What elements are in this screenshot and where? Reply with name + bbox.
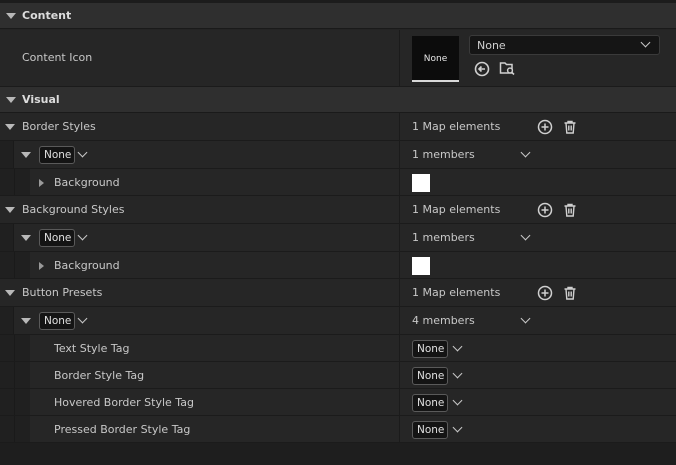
use-selected-icon[interactable]: [474, 61, 490, 77]
dropdown-value: None: [477, 39, 506, 52]
border-style-tag-row: Border Style Tag None: [0, 362, 676, 389]
collapse-arrow-icon[interactable]: [6, 13, 16, 19]
collapse-arrow-icon[interactable]: [6, 97, 16, 103]
collapse-arrow-icon[interactable]: [5, 207, 15, 213]
property-label: Button Presets: [22, 286, 103, 299]
chevron-down-icon[interactable]: [452, 395, 463, 406]
asset-picker-dropdown[interactable]: None: [469, 35, 660, 55]
chevron-down-icon[interactable]: [77, 147, 88, 158]
asset-thumbnail[interactable]: None: [412, 36, 459, 82]
property-label: Background: [54, 259, 120, 272]
background-background-row: Background: [0, 252, 676, 279]
thumbnail-text: None: [423, 54, 448, 64]
tag-combo[interactable]: None: [412, 367, 449, 385]
property-label: Pressed Border Style Tag: [54, 423, 191, 436]
button-presets-element-row: None 4 members: [0, 307, 676, 335]
collapse-arrow-icon[interactable]: [5, 290, 15, 296]
members-count: 4 members: [412, 314, 475, 327]
map-key-combo[interactable]: None: [39, 146, 76, 164]
category-visual[interactable]: Visual: [0, 87, 676, 113]
property-label: Text Style Tag: [54, 342, 130, 355]
expand-arrow-icon[interactable]: [39, 262, 44, 270]
button-presets-row: Button Presets 1 Map elements: [0, 279, 676, 307]
column-divider: [399, 30, 400, 86]
tag-combo[interactable]: None: [412, 421, 449, 439]
collapse-arrow-icon[interactable]: [21, 235, 31, 241]
members-count: 1 members: [412, 231, 475, 244]
expand-arrow-icon[interactable]: [39, 179, 44, 187]
add-element-icon[interactable]: [537, 119, 553, 135]
indent-guide: [0, 169, 30, 195]
trash-icon[interactable]: [562, 119, 578, 135]
column-divider: [399, 307, 400, 334]
column-divider: [399, 113, 400, 140]
column-divider: [399, 252, 400, 278]
indent-guide: [0, 362, 30, 388]
column-divider: [399, 196, 400, 223]
color-swatch[interactable]: [412, 174, 430, 192]
border-styles-row: Border Styles 1 Map elements: [0, 113, 676, 141]
chevron-down-icon: [640, 37, 651, 48]
category-content[interactable]: Content: [0, 3, 676, 29]
indent-guide: [0, 335, 30, 361]
column-divider: [399, 335, 400, 361]
trash-icon[interactable]: [562, 202, 578, 218]
map-key-combo[interactable]: None: [39, 312, 76, 330]
category-label: Content: [22, 9, 72, 22]
column-divider: [399, 169, 400, 195]
members-count: 1 members: [412, 148, 475, 161]
chevron-down-icon[interactable]: [452, 422, 463, 433]
chevron-down-icon[interactable]: [452, 368, 463, 379]
map-count: 1 Map elements: [412, 203, 501, 216]
add-element-icon[interactable]: [537, 202, 553, 218]
column-divider: [399, 389, 400, 415]
property-label: Border Style Tag: [54, 369, 145, 382]
text-style-tag-row: Text Style Tag None: [0, 335, 676, 362]
property-label: Border Styles: [22, 120, 96, 133]
collapse-arrow-icon[interactable]: [5, 124, 15, 130]
color-swatch[interactable]: [412, 257, 430, 275]
trash-icon[interactable]: [562, 285, 578, 301]
property-label: Background: [54, 176, 120, 189]
background-styles-element-row: None 1 members: [0, 224, 676, 252]
indent-guide: [0, 416, 30, 442]
map-count: 1 Map elements: [412, 120, 501, 133]
category-label: Visual: [22, 93, 60, 106]
chevron-down-icon[interactable]: [77, 230, 88, 241]
chevron-down-icon[interactable]: [520, 147, 531, 158]
column-divider: [399, 224, 400, 251]
hovered-border-style-tag-row: Hovered Border Style Tag None: [0, 389, 676, 416]
map-count: 1 Map elements: [412, 286, 501, 299]
indent-guide: [0, 389, 30, 415]
column-divider: [399, 362, 400, 388]
property-label: Content Icon: [22, 51, 93, 64]
indent-guide: [0, 252, 30, 278]
chevron-down-icon[interactable]: [452, 341, 463, 352]
tag-combo[interactable]: None: [412, 394, 449, 412]
chevron-down-icon[interactable]: [77, 313, 88, 324]
indent-guide: [0, 224, 14, 251]
indent-guide: [0, 307, 14, 334]
map-key-combo[interactable]: None: [39, 229, 76, 247]
chevron-down-icon[interactable]: [520, 313, 531, 324]
column-divider: [399, 279, 400, 306]
border-background-row: Background: [0, 169, 676, 196]
column-divider: [399, 416, 400, 442]
property-label: Hovered Border Style Tag: [54, 396, 194, 409]
browse-asset-icon[interactable]: [499, 60, 515, 76]
panel-footer: [0, 443, 676, 465]
column-divider: [399, 141, 400, 168]
indent-guide: [0, 141, 14, 168]
pressed-border-style-tag-row: Pressed Border Style Tag None: [0, 416, 676, 443]
background-styles-row: Background Styles 1 Map elements: [0, 196, 676, 224]
border-styles-element-row: None 1 members: [0, 141, 676, 169]
chevron-down-icon[interactable]: [520, 230, 531, 241]
property-label: Background Styles: [22, 203, 125, 216]
collapse-arrow-icon[interactable]: [21, 318, 31, 324]
collapse-arrow-icon[interactable]: [21, 152, 31, 158]
tag-combo[interactable]: None: [412, 340, 449, 358]
add-element-icon[interactable]: [537, 285, 553, 301]
